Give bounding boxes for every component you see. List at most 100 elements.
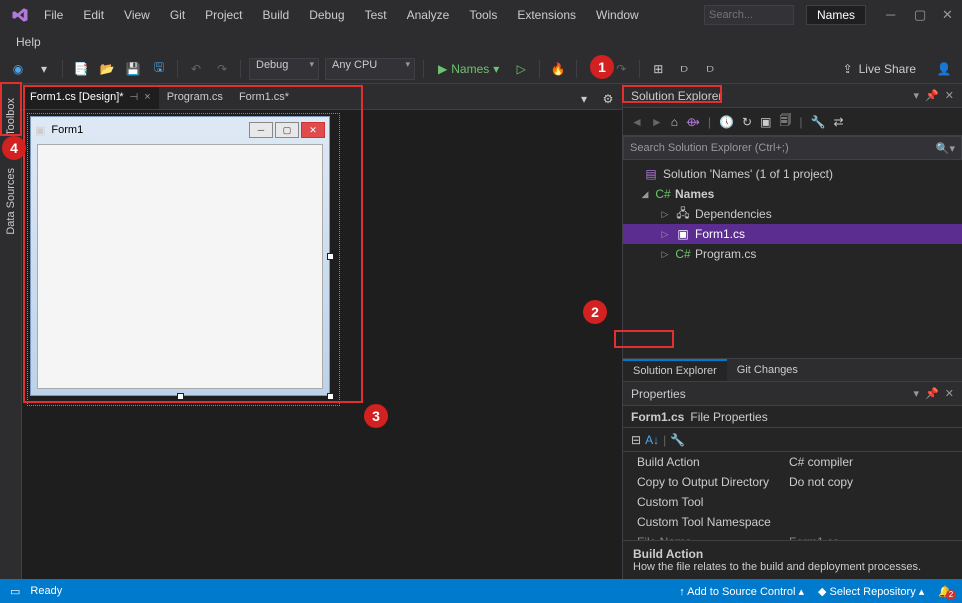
account-icon[interactable]: 👤: [934, 59, 954, 79]
platform-combo[interactable]: Any CPU: [325, 58, 415, 80]
menu-file[interactable]: File: [36, 4, 71, 26]
callout-3: 3: [364, 404, 388, 428]
maximize-icon[interactable]: ▢: [914, 7, 926, 23]
output-icon[interactable]: ▭: [10, 585, 20, 598]
tab-settings-icon[interactable]: ⚙: [598, 89, 618, 109]
alphabetical-icon[interactable]: A↓: [645, 433, 659, 447]
tree-solution-root[interactable]: ▤ Solution 'Names' (1 of 1 project): [623, 164, 962, 184]
toolbox-tab[interactable]: Toolbox: [3, 92, 19, 142]
menu-view[interactable]: View: [116, 4, 158, 26]
se-home-icon[interactable]: ⌂: [671, 115, 678, 129]
expand-icon[interactable]: ▷: [659, 209, 671, 220]
close-tab-icon[interactable]: ×: [144, 91, 150, 103]
menu-edit[interactable]: Edit: [75, 4, 112, 26]
se-pin-icon[interactable]: 📌: [925, 89, 939, 102]
tab-program[interactable]: Program.cs: [159, 85, 231, 109]
prop-row[interactable]: Custom Tool: [623, 492, 962, 512]
save-all-icon[interactable]: 🖫: [149, 59, 169, 79]
source-control-button[interactable]: ↑ Add to Source Control ▴: [679, 585, 804, 598]
open-icon[interactable]: 📂: [97, 59, 117, 79]
form1-preview[interactable]: ▣ Form1 ─ ▢ ✕: [30, 116, 330, 396]
nav-back-icon[interactable]: ◉: [8, 59, 28, 79]
step-over-icon[interactable]: ↷: [611, 59, 631, 79]
notifications-icon[interactable]: 🔔: [938, 585, 952, 598]
btab-solution-explorer[interactable]: Solution Explorer: [623, 359, 727, 381]
categorized-icon[interactable]: ⊟: [631, 433, 641, 447]
expand-icon[interactable]: ▷: [659, 249, 671, 260]
config-combo[interactable]: Debug: [249, 58, 319, 80]
se-dropdown-icon[interactable]: ▾: [914, 89, 920, 102]
tree-program[interactable]: ▷ C# Program.cs: [623, 244, 962, 264]
menu-extensions[interactable]: Extensions: [509, 4, 584, 26]
prop-pin-icon[interactable]: 📌: [925, 387, 939, 400]
prop-row[interactable]: Build ActionC# compiler: [623, 452, 962, 472]
expand-icon[interactable]: ▷: [659, 229, 671, 240]
undo-icon[interactable]: ↶: [186, 59, 206, 79]
new-project-icon[interactable]: 📑: [71, 59, 91, 79]
menu-help[interactable]: Help: [8, 31, 49, 53]
nav-fwd-icon[interactable]: ▾: [34, 59, 54, 79]
se-properties-icon[interactable]: 🔧: [811, 115, 826, 129]
se-preview-icon[interactable]: ⇄: [833, 115, 843, 129]
tree-project[interactable]: ◢ C# Names: [623, 184, 962, 204]
redo-icon[interactable]: ↷: [212, 59, 232, 79]
se-search-input[interactable]: Search Solution Explorer (Ctrl+;) 🔍▾: [623, 136, 962, 160]
save-icon[interactable]: 💾: [123, 59, 143, 79]
solution-icon: ▤: [643, 167, 659, 181]
expand-icon[interactable]: ◢: [639, 189, 651, 200]
minimize-icon[interactable]: ─: [886, 7, 898, 23]
status-bar: ▭ Ready ↑ Add to Source Control ▴ ◆ Sele…: [0, 579, 962, 603]
pin-icon[interactable]: ⊣: [130, 92, 139, 103]
data-sources-tab[interactable]: Data Sources: [3, 162, 19, 241]
properties-title: Properties ▾ 📌 ✕: [623, 382, 962, 406]
se-showall-icon[interactable]: 🗐: [779, 111, 791, 132]
se-sync-icon[interactable]: 🕔: [719, 115, 734, 129]
prop-row[interactable]: File NameForm1.cs: [623, 532, 962, 540]
properties-grid[interactable]: Build ActionC# compiler Copy to Output D…: [623, 452, 962, 540]
menu-analyze[interactable]: Analyze: [399, 4, 458, 26]
menu-tools[interactable]: Tools: [461, 4, 505, 26]
properties-object: Form1.csFile Properties: [623, 406, 962, 428]
menu-build[interactable]: Build: [255, 4, 298, 26]
se-close-icon[interactable]: ✕: [945, 89, 954, 102]
status-ready: Ready: [30, 585, 62, 597]
align2-icon[interactable]: ⫐: [674, 59, 694, 79]
btab-git-changes[interactable]: Git Changes: [727, 359, 808, 381]
se-switch-view-icon[interactable]: ⟴: [686, 115, 700, 129]
menu-window[interactable]: Window: [588, 4, 647, 26]
menu-git[interactable]: Git: [162, 4, 193, 26]
close-icon[interactable]: ✕: [942, 7, 954, 23]
prop-row[interactable]: Custom Tool Namespace: [623, 512, 962, 532]
align-icon[interactable]: ⊞: [648, 59, 668, 79]
se-back-icon[interactable]: ◄: [631, 115, 643, 129]
form-maximize-icon: ▢: [275, 122, 299, 138]
prop-wrench-icon[interactable]: 🔧: [670, 433, 685, 447]
document-tabs: Form1.cs [Design]*⊣× Program.cs Form1.cs…: [22, 84, 622, 110]
form1-title-text: Form1: [51, 124, 83, 136]
form-designer-surface[interactable]: ▣ Form1 ─ ▢ ✕: [30, 116, 370, 446]
se-refresh-icon[interactable]: ↻: [742, 115, 752, 129]
tab-overflow-icon[interactable]: ▾: [574, 89, 594, 109]
align3-icon[interactable]: ⫐: [700, 59, 720, 79]
prop-close-icon[interactable]: ✕: [945, 387, 954, 400]
se-collapse-icon[interactable]: ▣: [760, 115, 771, 129]
solution-name[interactable]: Names: [806, 5, 866, 25]
repo-button[interactable]: ◆ Select Repository ▴: [818, 585, 924, 598]
tab-form1-design[interactable]: Form1.cs [Design]*⊣×: [22, 85, 159, 109]
menu-project[interactable]: Project: [197, 4, 250, 26]
menu-debug[interactable]: Debug: [301, 4, 352, 26]
menu-test[interactable]: Test: [357, 4, 395, 26]
hot-reload-icon[interactable]: 🔥: [548, 59, 568, 79]
tree-form1[interactable]: ▷ ▣ Form1.cs: [623, 224, 962, 244]
solution-explorer-title: Solution Explorer ▾ 📌 ✕: [623, 84, 962, 108]
start-debug-button[interactable]: ▶ Names ▾: [432, 62, 505, 76]
prop-row[interactable]: Copy to Output DirectoryDo not copy: [623, 472, 962, 492]
tree-dependencies[interactable]: ▷ 🖧 Dependencies: [623, 204, 962, 224]
tab-form1-cs[interactable]: Form1.cs*: [231, 85, 297, 109]
start-nodebug-icon[interactable]: ▷: [511, 59, 531, 79]
search-input[interactable]: [704, 5, 794, 25]
live-share-button[interactable]: ⇪ Live Share: [843, 62, 916, 76]
se-fwd-icon[interactable]: ►: [651, 115, 663, 129]
prop-dropdown-icon[interactable]: ▾: [914, 387, 920, 400]
form1-client[interactable]: [37, 144, 323, 389]
